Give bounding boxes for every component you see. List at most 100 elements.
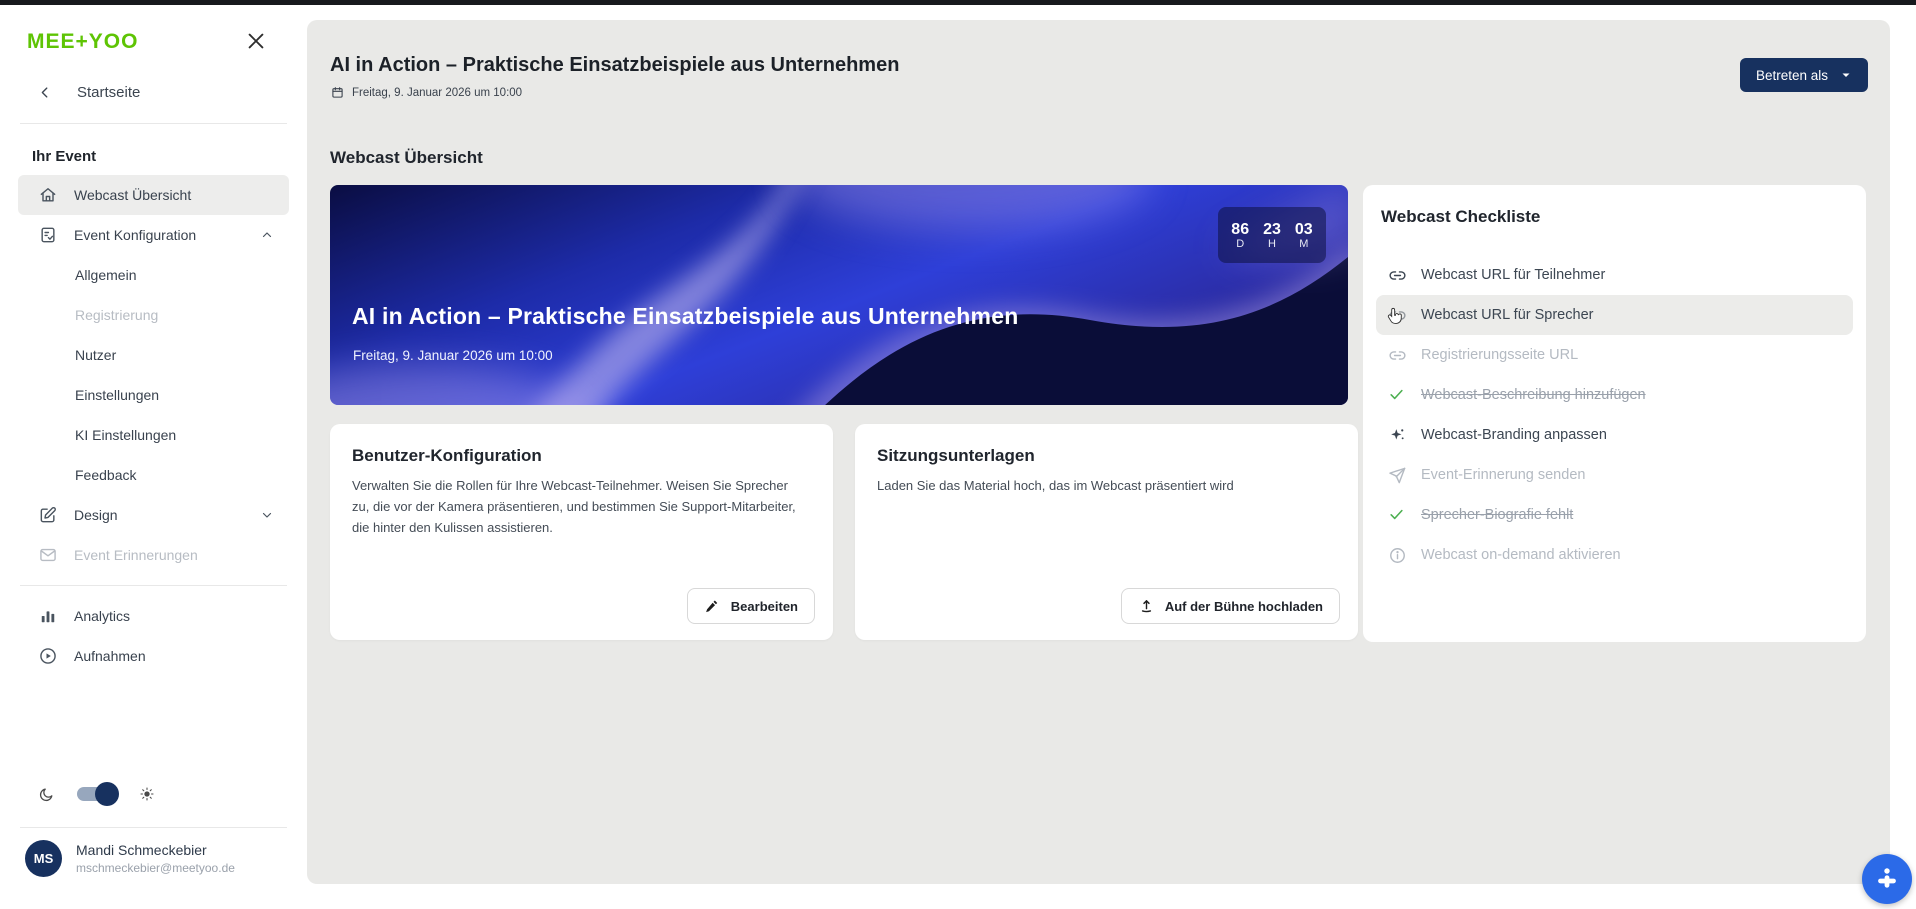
sidebar-item-label: Aufnahmen	[74, 648, 146, 664]
chevron-up-icon	[261, 229, 273, 241]
theme-switch-row	[0, 776, 307, 812]
sidebar-item-design[interactable]: Design	[18, 495, 289, 535]
checklist-rows: Webcast URL für Teilnehmer Webcast URL f…	[1363, 255, 1866, 575]
card-description: Laden Sie das Material hoch, das im Webc…	[877, 478, 1234, 493]
checklist-item-label: Webcast-Beschreibung hinzufügen	[1421, 387, 1646, 403]
divider	[20, 827, 287, 828]
close-icon	[245, 30, 271, 52]
checklist-item-registrierungsseite-url[interactable]: Registrierungsseite URL	[1376, 335, 1853, 375]
user-name: Mandi Schmeckebier	[76, 842, 207, 858]
hand-cursor-icon	[1384, 306, 1406, 328]
checklist-title: Webcast Checkliste	[1381, 207, 1541, 226]
user-profile[interactable]: MS Mandi Schmeckebier mschmeckebier@meet…	[25, 840, 235, 877]
event-date: Freitag, 9. Januar 2026 um 10:00	[352, 86, 523, 99]
countdown-minutes: 03 M	[1295, 221, 1313, 250]
enter-as-label: Betreten als	[1755, 67, 1828, 83]
checklist-item-label: Event-Erinnerung senden	[1421, 467, 1586, 483]
checklist-icon	[38, 225, 58, 245]
calendar-icon	[331, 86, 344, 99]
edit-square-icon	[38, 505, 58, 525]
edit-button[interactable]: Bearbeiten	[686, 588, 815, 624]
sidebar-item-label: Nutzer	[75, 347, 117, 363]
sidebar-item-label: Event Erinnerungen	[74, 547, 198, 563]
checklist-item-webcast-url-teilnehmer[interactable]: Webcast URL für Teilnehmer	[1376, 255, 1853, 295]
edit-button-label: Bearbeiten	[730, 598, 798, 614]
back-label: Startseite	[77, 84, 141, 101]
sidebar-header: MEE+YOO	[0, 0, 307, 66]
sidebar-item-label: Webcast Übersicht	[74, 187, 192, 203]
banner-event-title: AI in Action – Praktische Einsatzbeispie…	[352, 303, 1019, 329]
sidebar: MEE+YOO Startseite Ihr Event Webcast Übe…	[0, 0, 307, 909]
upload-icon	[1138, 598, 1155, 615]
sidebar-item-webcast-uebersicht[interactable]: Webcast Übersicht	[18, 175, 289, 215]
checklist-item-label: Webcast on-demand aktivieren	[1421, 547, 1621, 563]
link-icon	[1388, 266, 1407, 285]
upload-to-stage-button[interactable]: Auf der Bühne hochladen	[1120, 588, 1340, 624]
sidebar-item-label: Analytics	[74, 608, 131, 624]
main-panel: AI in Action – Praktische Einsatzbeispie…	[307, 20, 1890, 884]
back-to-start-link[interactable]: Startseite	[0, 66, 307, 115]
dark-mode-toggle[interactable]	[77, 782, 119, 806]
card-description: Verwalten Sie die Rollen für Ihre Webcas…	[352, 478, 796, 535]
user-configuration-card: Benutzer-Konfiguration Verwalten Sie die…	[330, 424, 833, 640]
link-icon	[1388, 346, 1407, 365]
countdown-minutes-unit: M	[1299, 237, 1309, 250]
sidebar-item-label: Einstellungen	[75, 387, 160, 403]
sidebar-nav: Webcast Übersicht Event Konfiguration Al…	[0, 175, 307, 676]
meetyoo-plus-icon	[1874, 866, 1900, 892]
bar-chart-icon	[38, 606, 58, 626]
sidebar-item-label: Design	[74, 507, 118, 523]
checklist-item-on-demand-aktivieren[interactable]: Webcast on-demand aktivieren	[1376, 535, 1853, 575]
checklist-item-erinnerung-senden[interactable]: Event-Erinnerung senden	[1376, 455, 1853, 495]
top-edge-strip	[0, 0, 1916, 5]
checklist-item-branding-anpassen[interactable]: Webcast-Branding anpassen	[1376, 415, 1853, 455]
close-sidebar-button[interactable]	[245, 28, 271, 54]
sidebar-item-label: Allgemein	[75, 267, 137, 283]
sidebar-item-allgemein[interactable]: Allgemein	[18, 255, 289, 295]
mail-icon	[38, 545, 58, 565]
countdown-box: 86 D 23 H 03 M	[1218, 207, 1326, 263]
countdown-days-value: 86	[1231, 220, 1250, 238]
checklist-item-beschreibung-hinzufuegen[interactable]: Webcast-Beschreibung hinzufügen	[1376, 375, 1853, 415]
user-email: mschmeckebier@meetyoo.de	[76, 861, 235, 875]
sidebar-item-einstellungen[interactable]: Einstellungen	[18, 375, 289, 415]
countdown-hours-value: 23	[1263, 220, 1281, 238]
sidebar-item-feedback[interactable]: Feedback	[18, 455, 289, 495]
checklist-item-label: Registrierungsseite URL	[1421, 347, 1579, 363]
sidebar-item-registrierung[interactable]: Registrierung	[18, 295, 289, 335]
chevron-down-icon	[261, 509, 273, 521]
section-title: Webcast Übersicht	[330, 148, 483, 167]
sparkle-icon	[1388, 426, 1407, 445]
link-icon	[1387, 306, 1407, 325]
checklist-item-sprecher-biografie[interactable]: Sprecher-Biografie fehlt	[1376, 495, 1853, 535]
meetyoo-logo: MEE+YOO	[27, 30, 139, 53]
sidebar-item-label: Feedback	[75, 467, 137, 483]
checklist-item-label: Webcast URL für Teilnehmer	[1421, 267, 1606, 283]
sidebar-item-event-erinnerungen[interactable]: Event Erinnerungen	[18, 535, 289, 575]
create-event-fab[interactable]	[1862, 854, 1912, 904]
pencil-icon	[704, 598, 721, 615]
divider	[20, 585, 287, 586]
info-icon	[1388, 546, 1407, 565]
sidebar-item-aufnahmen[interactable]: Aufnahmen	[18, 636, 289, 676]
countdown-minutes-value: 03	[1294, 220, 1313, 238]
webcast-checklist-card: Webcast Checkliste Webcast URL für Teiln…	[1363, 185, 1866, 642]
countdown-hours-unit: H	[1268, 237, 1276, 250]
play-circle-icon	[38, 646, 58, 666]
sidebar-item-ki-einstellungen[interactable]: KI Einstellungen	[18, 415, 289, 455]
sidebar-item-event-konfiguration[interactable]: Event Konfiguration	[18, 215, 289, 255]
toggle-knob	[95, 782, 119, 806]
card-title: Sitzungsunterlagen	[877, 446, 1035, 465]
chevron-left-icon	[38, 85, 53, 100]
sidebar-item-nutzer[interactable]: Nutzer	[18, 335, 289, 375]
check-icon	[1388, 386, 1407, 405]
event-banner: 86 D 23 H 03 M AI in Action – Praktische…	[330, 185, 1348, 405]
card-title: Benutzer-Konfiguration	[352, 446, 542, 465]
check-icon	[1388, 506, 1407, 525]
enter-as-button[interactable]: Betreten als	[1739, 58, 1868, 92]
page-title: AI in Action – Praktische Einsatzbeispie…	[330, 54, 900, 76]
sun-icon	[139, 786, 156, 803]
home-icon	[38, 185, 58, 205]
checklist-item-webcast-url-sprecher[interactable]: Webcast URL für Sprecher	[1376, 295, 1853, 335]
sidebar-item-analytics[interactable]: Analytics	[18, 596, 289, 636]
